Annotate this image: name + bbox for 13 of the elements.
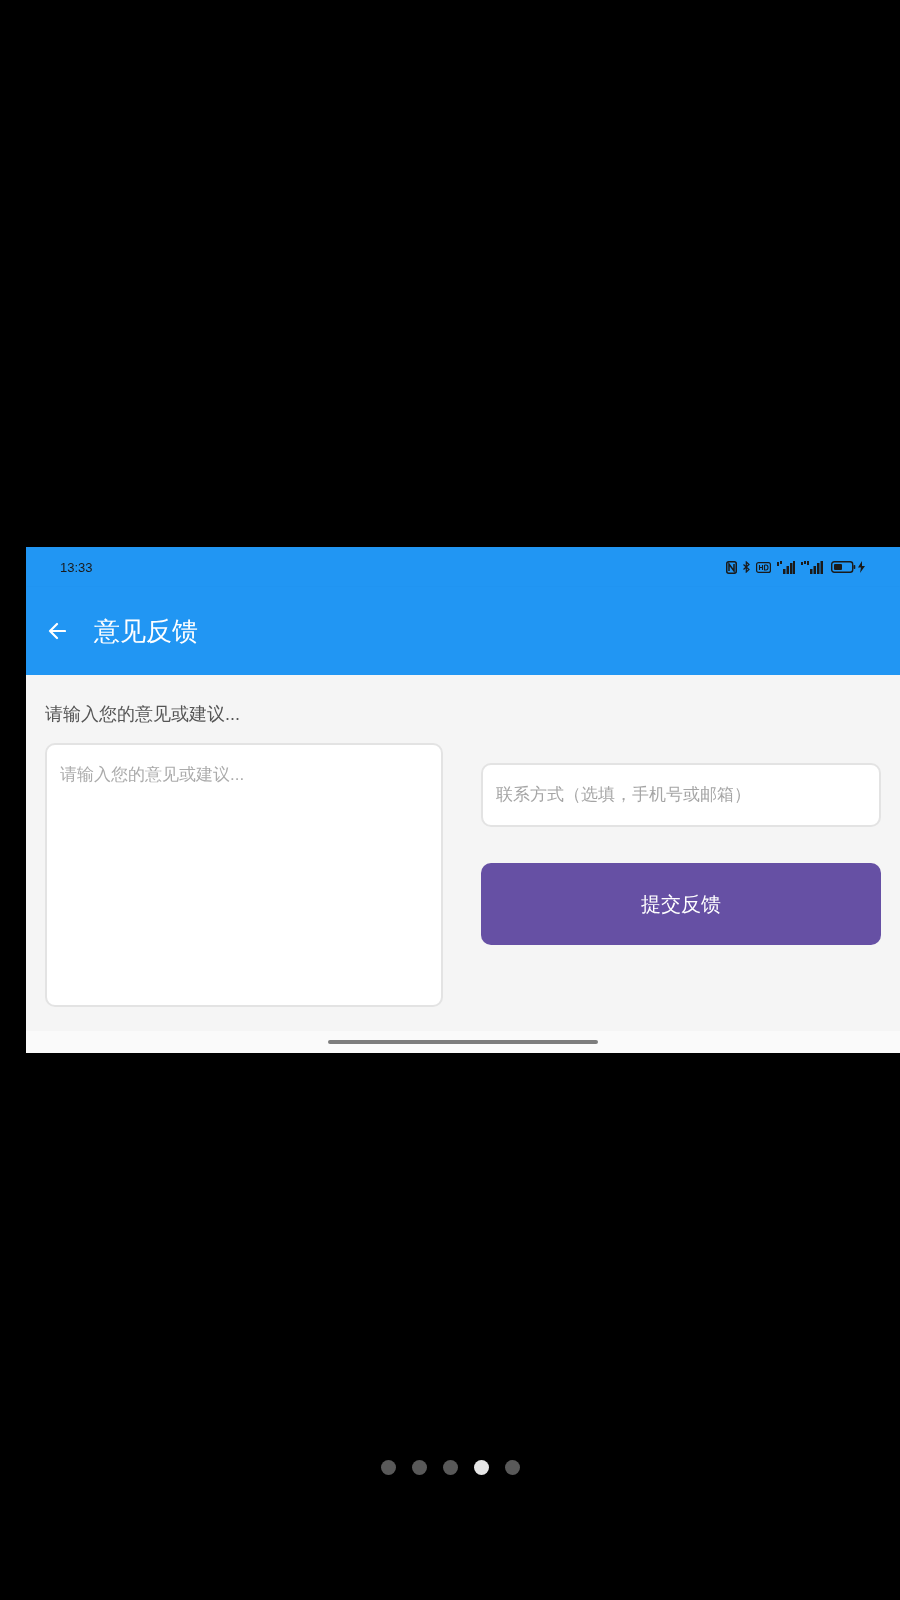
hd-icon bbox=[756, 561, 771, 573]
bluetooth-icon bbox=[743, 561, 750, 573]
nfc-icon bbox=[726, 560, 737, 574]
feedback-label: 请输入您的意见或建议... bbox=[45, 703, 240, 726]
signal-icon bbox=[777, 560, 795, 574]
status-time: 13:33 bbox=[60, 560, 93, 574]
contact-input-field[interactable]: 联系方式（选填，手机号或邮箱） bbox=[481, 763, 881, 827]
feedback-textarea[interactable]: 请输入您的意见或建议... bbox=[45, 743, 443, 1007]
signal-icon bbox=[801, 560, 825, 574]
battery-charging-icon bbox=[831, 561, 866, 573]
back-arrow-icon[interactable] bbox=[48, 622, 66, 640]
page-title: 意见反馈 bbox=[94, 618, 198, 644]
submit-feedback-button[interactable]: 提交反馈 bbox=[481, 863, 881, 945]
